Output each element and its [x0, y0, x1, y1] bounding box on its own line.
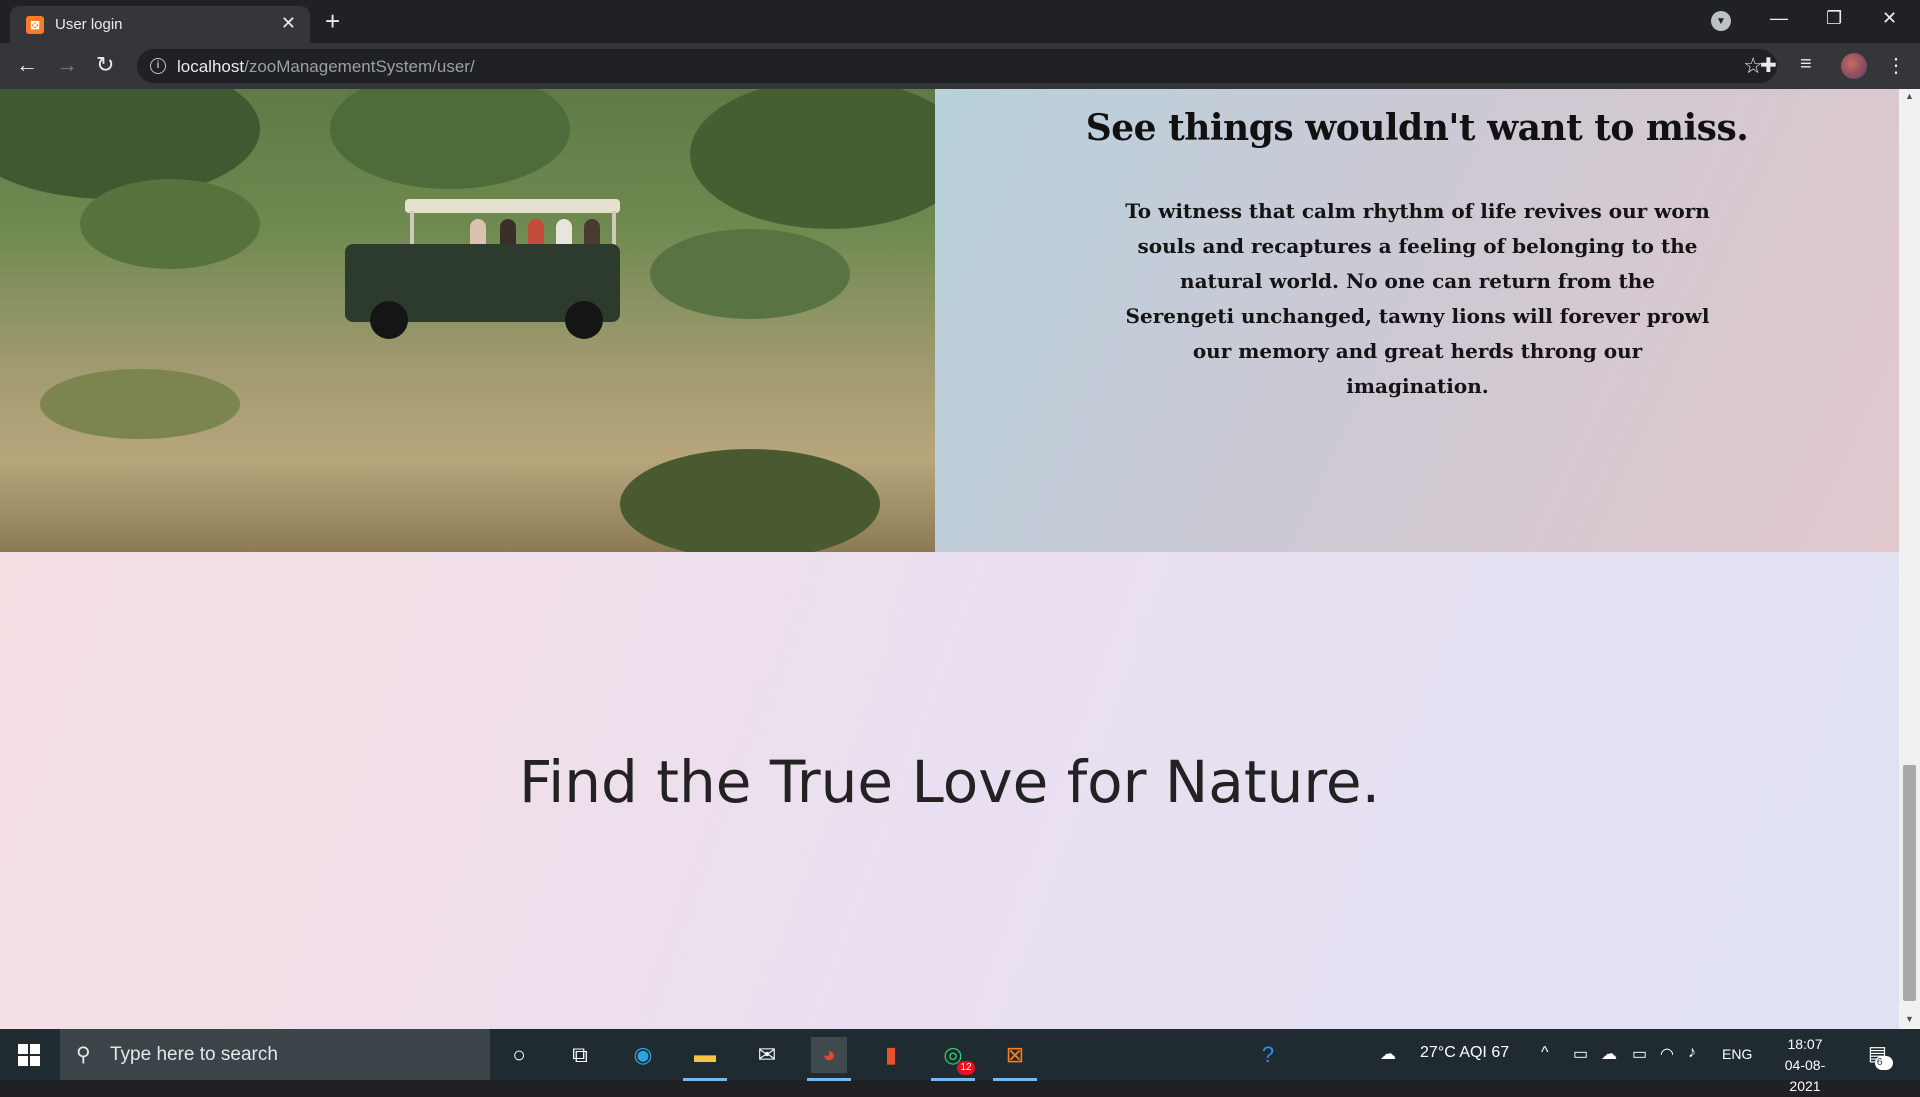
- browser-tab[interactable]: ⊠ User login ✕: [10, 6, 310, 43]
- tree-cluster: [80, 179, 260, 269]
- clock-time: 18:07: [1787, 1036, 1823, 1052]
- profile-avatar[interactable]: [1841, 53, 1867, 79]
- browser-menu-icon[interactable]: ⋮: [1886, 53, 1906, 78]
- restore-icon[interactable]: ❐: [1826, 8, 1842, 29]
- weather-text[interactable]: 27°C AQI 67: [1420, 1044, 1509, 1062]
- show-hidden-icons-icon[interactable]: ^: [1541, 1044, 1549, 1062]
- bush: [40, 369, 240, 439]
- cortana-icon[interactable]: ○: [501, 1037, 537, 1073]
- bush: [620, 449, 880, 552]
- page-viewport: See things wouldn't want to miss. To wit…: [0, 89, 1920, 1029]
- tree-cluster: [330, 89, 570, 189]
- safari-jeep-photo: [0, 89, 935, 552]
- battery-icon[interactable]: ▭: [1632, 1044, 1647, 1064]
- scroll-down-arrow-icon[interactable]: ▼: [1905, 1014, 1914, 1024]
- notification-center-icon[interactable]: ▤ 6: [1868, 1041, 1893, 1070]
- banner-heading: Find the True Love for Nature.: [518, 748, 1381, 816]
- task-view-icon[interactable]: ⧉: [562, 1037, 598, 1073]
- extensions-puzzle-icon[interactable]: ✚: [1760, 53, 1777, 78]
- volume-icon[interactable]: ♪: [1688, 1044, 1696, 1062]
- mail-icon[interactable]: ✉: [749, 1037, 785, 1073]
- web-page: See things wouldn't want to miss. To wit…: [0, 89, 1899, 1029]
- scrollbar-thumb[interactable]: [1903, 765, 1916, 1001]
- url-text[interactable]: localhost/zooManagementSystem/user/: [177, 57, 475, 77]
- xampp-icon[interactable]: ⊠: [993, 1037, 1037, 1081]
- language-indicator[interactable]: ENG: [1722, 1046, 1752, 1062]
- search-placeholder: Type here to search: [110, 1044, 278, 1065]
- tree-cluster: [690, 89, 935, 229]
- clock[interactable]: 18:07 04-08-2021: [1770, 1034, 1840, 1097]
- windows-start-icon[interactable]: [18, 1044, 40, 1066]
- address-bar[interactable]: i localhost/zooManagementSystem/user/ ☆: [137, 49, 1777, 83]
- meet-now-icon[interactable]: ▭: [1573, 1044, 1588, 1064]
- whatsapp-unread-badge: 12: [957, 1061, 975, 1075]
- new-tab-icon[interactable]: +: [325, 6, 340, 36]
- help-icon[interactable]: ?: [1250, 1037, 1286, 1073]
- wifi-icon[interactable]: ◠: [1660, 1044, 1674, 1064]
- office-icon[interactable]: ▮: [873, 1037, 909, 1073]
- page-scrollbar[interactable]: ▲ ▼: [1899, 89, 1920, 1029]
- jeep-wheel: [565, 301, 603, 339]
- search-icon: ⚲: [76, 1044, 91, 1066]
- taskbar-search-box[interactable]: ⚲ Type here to search: [60, 1029, 490, 1080]
- banner-section: Find the True Love for Nature.: [0, 552, 1899, 1029]
- feature-panel: See things wouldn't want to miss. To wit…: [935, 89, 1899, 552]
- browser-tab-strip: ⊠ User login ✕ + ▼ — ❐ ✕: [0, 0, 1920, 43]
- feature-heading: See things wouldn't want to miss.: [1085, 107, 1749, 149]
- forward-icon[interactable]: →: [56, 52, 78, 78]
- xampp-favicon-icon: ⊠: [26, 16, 44, 34]
- file-explorer-icon[interactable]: ▬: [683, 1037, 727, 1081]
- edge-browser-icon[interactable]: ◉: [625, 1037, 661, 1073]
- scroll-up-arrow-icon[interactable]: ▲: [1905, 91, 1914, 101]
- windows-taskbar: ⚲ Type here to search ○ ⧉ ◉ ▬ ✉ ◕ ▮ ◎ 12 …: [0, 1029, 1920, 1094]
- reload-icon[interactable]: ↻: [96, 52, 114, 78]
- chrome-icon[interactable]: ◕: [807, 1037, 851, 1081]
- site-info-icon[interactable]: i: [150, 58, 166, 74]
- notification-count-badge: 6: [1874, 1056, 1893, 1070]
- tree-cluster: [650, 229, 850, 319]
- minimize-icon[interactable]: —: [1770, 8, 1788, 29]
- tab-search-icon[interactable]: ▼: [1711, 11, 1731, 31]
- url-host: localhost: [177, 57, 245, 76]
- onedrive-icon[interactable]: ☁: [1601, 1044, 1617, 1064]
- jeep-canopy: [405, 199, 620, 213]
- url-path: /zooManagementSystem/user/: [244, 57, 475, 76]
- jeep-wheel: [370, 301, 408, 339]
- close-tab-icon[interactable]: ✕: [281, 13, 296, 34]
- media-control-icon[interactable]: ≡: [1800, 53, 1812, 76]
- tab-title: User login: [55, 16, 123, 33]
- feature-paragraph: To witness that calm rhythm of life revi…: [1125, 199, 1710, 398]
- back-icon[interactable]: ←: [16, 52, 38, 78]
- weather-cloud-icon[interactable]: ☁: [1380, 1044, 1396, 1064]
- close-window-icon[interactable]: ✕: [1882, 8, 1897, 29]
- browser-toolbar: ← → ↻ i localhost/zooManagementSystem/us…: [0, 43, 1920, 89]
- clock-date: 04-08-2021: [1784, 1057, 1826, 1094]
- whatsapp-icon[interactable]: ◎ 12: [931, 1037, 975, 1081]
